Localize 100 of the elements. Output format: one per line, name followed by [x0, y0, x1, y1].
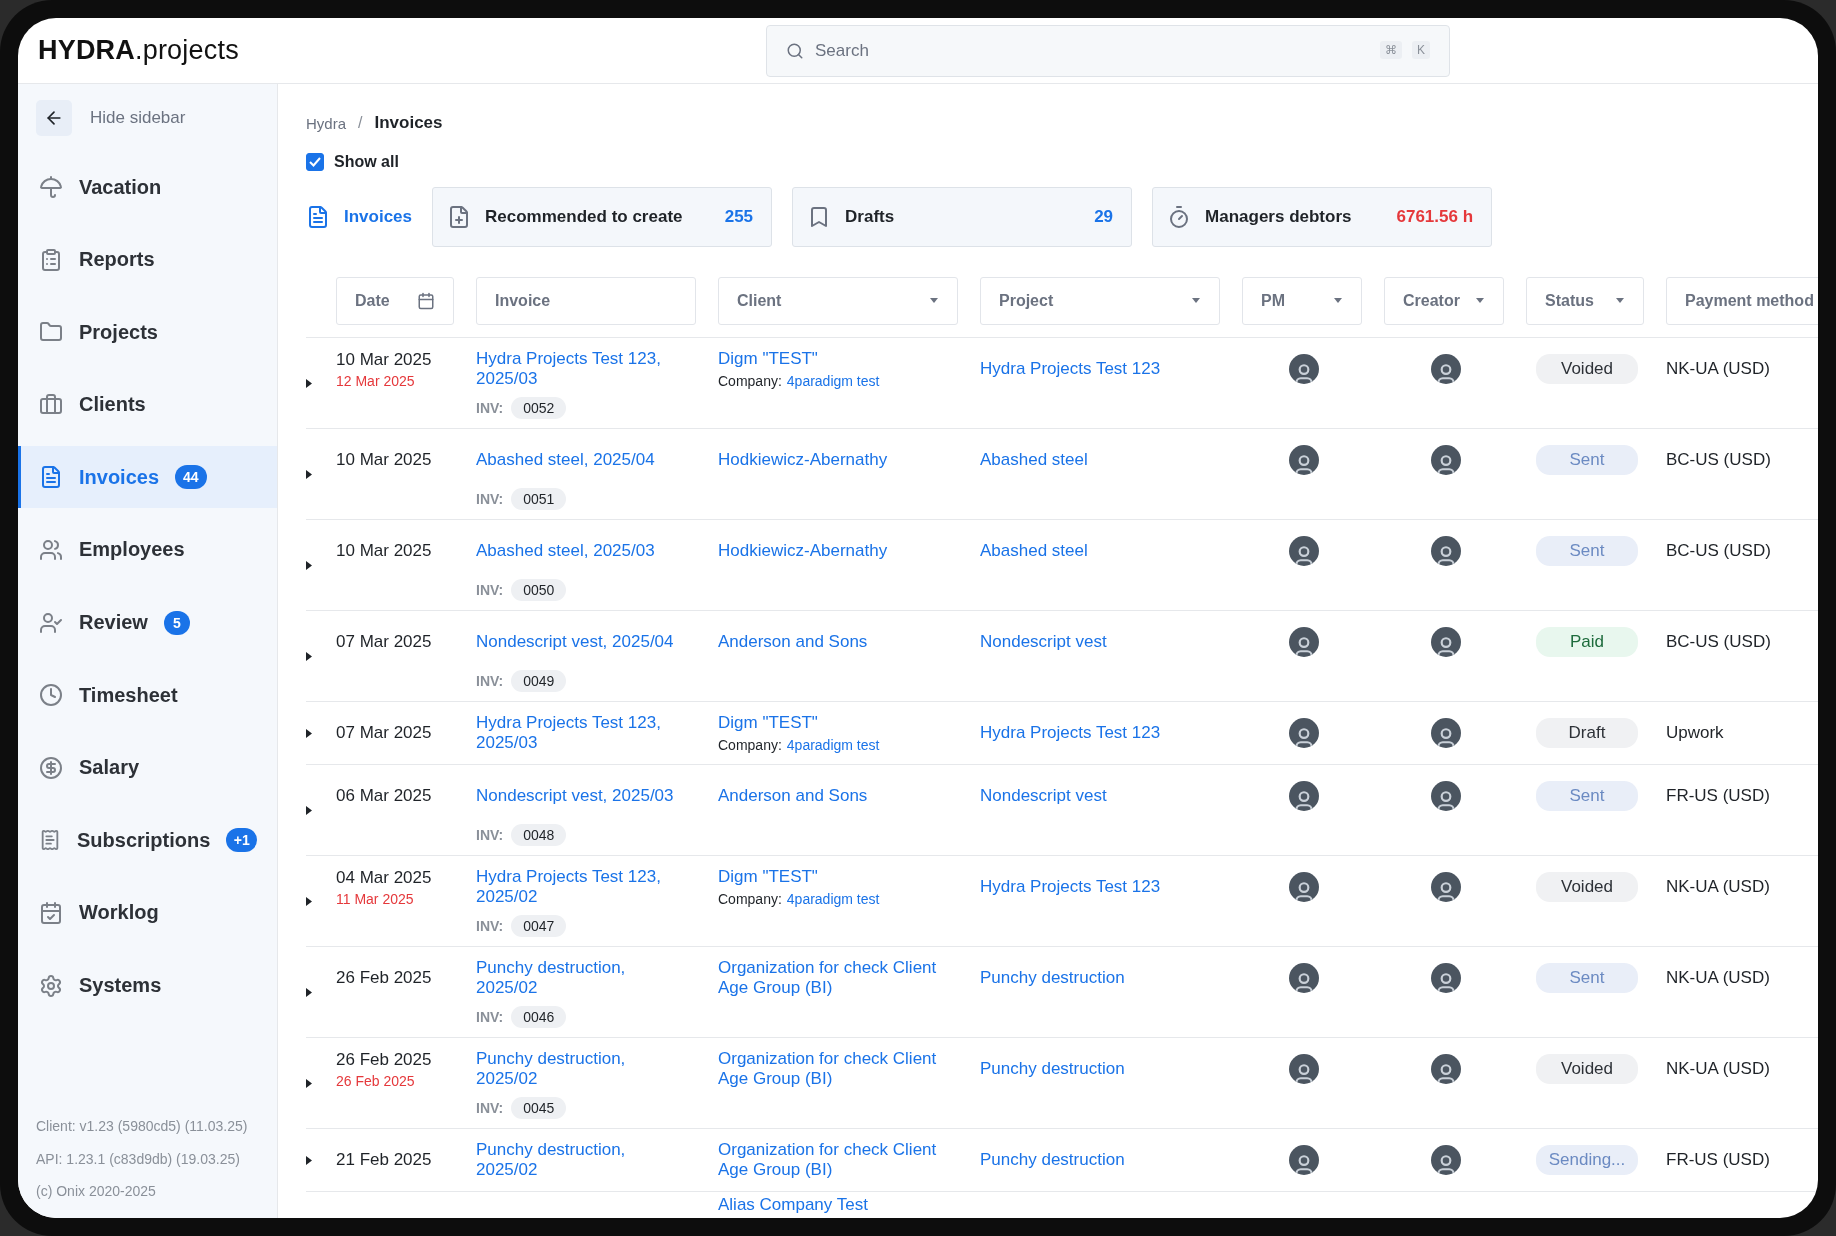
expand-icon[interactable] — [306, 1078, 312, 1088]
breadcrumb-item: Invoices — [374, 113, 443, 133]
status-badge: Paid — [1536, 627, 1638, 657]
company-link[interactable]: 4paradigm test — [786, 891, 880, 908]
invoice-number: 0050 — [511, 579, 567, 601]
column-filter[interactable]: Status — [1526, 277, 1644, 325]
client-link[interactable]: Anderson and Sons — [718, 631, 962, 653]
invoice-link[interactable]: Nondescript vest, 2025/04 — [476, 631, 681, 653]
nav-label: Clients — [79, 393, 146, 417]
due-date: 26 Feb 2025 — [336, 1072, 416, 1089]
tab[interactable]: Managers debtors 6761.56 h — [1152, 187, 1493, 247]
invoice-link[interactable]: Hydra Projects Test 123, 2025/02 — [476, 866, 681, 908]
avatar — [1431, 963, 1461, 993]
expand-icon[interactable] — [306, 560, 312, 570]
receipt-icon — [39, 828, 61, 853]
invoice-date: 10 Mar 2025 — [336, 450, 433, 470]
project-link[interactable]: Hydra Projects Test 123 — [980, 358, 1224, 380]
client-link[interactable]: Digm "TEST" — [718, 866, 962, 888]
avatar — [1289, 1054, 1319, 1084]
project-link[interactable]: Punchy destruction — [980, 967, 1224, 989]
status-badge: Sending... — [1536, 1145, 1638, 1175]
invoice-number-label: INV: — [476, 673, 504, 689]
count-badge: 44 — [175, 465, 207, 490]
invoice-date: 21 Feb 2025 — [336, 1150, 433, 1170]
invoice-link[interactable]: Abashed steel, 2025/04 — [476, 449, 681, 471]
nav-item[interactable]: Timesheet — [18, 664, 277, 727]
nav-item[interactable]: Projects — [18, 301, 277, 364]
briefcase-icon — [39, 392, 63, 417]
project-link[interactable]: Hydra Projects Test 123 — [980, 722, 1224, 744]
people-icon — [39, 537, 63, 562]
invoice-link[interactable]: Punchy destruction, 2025/02 — [476, 957, 681, 999]
nav-item[interactable]: Reports — [18, 228, 277, 291]
company-link[interactable]: 4paradigm test — [786, 737, 880, 754]
invoice-number: 0052 — [511, 397, 567, 419]
status-badge: Draft — [1536, 718, 1638, 748]
caret-icon — [1191, 298, 1201, 304]
client-link[interactable]: Hodkiewicz-Abernathy — [718, 540, 962, 562]
breadcrumb-item[interactable]: Hydra — [306, 114, 346, 132]
invoice-link[interactable]: Hydra Projects Test 123, 2025/03 — [476, 348, 681, 390]
client-link[interactable]: Digm "TEST" — [718, 348, 962, 370]
client-link[interactable]: Organization for check Client Age Group (BI) — [718, 1048, 962, 1090]
avatar — [1431, 627, 1461, 657]
client-link[interactable]: Digm "TEST" — [718, 712, 962, 734]
expand-icon[interactable] — [306, 1155, 312, 1165]
avatar — [1431, 781, 1461, 811]
project-link[interactable]: Hydra Projects Test 123 — [980, 876, 1224, 898]
project-link[interactable]: Punchy destruction — [980, 1058, 1224, 1080]
nav-item[interactable]: Vacation — [18, 156, 277, 218]
tab[interactable]: Invoices — [306, 187, 413, 247]
column-filter[interactable]: Project — [980, 277, 1220, 325]
expand-icon[interactable] — [306, 651, 312, 661]
nav-item[interactable]: Employees — [18, 518, 277, 581]
invoice-link[interactable]: Hydra Projects Test 123, 2025/03 — [476, 712, 681, 754]
invoice-number: 0049 — [511, 670, 567, 692]
checkbox[interactable] — [306, 153, 324, 171]
expand-icon[interactable] — [306, 378, 312, 388]
hide-sidebar-button[interactable] — [36, 100, 72, 136]
nav-label: Systems — [79, 974, 162, 998]
column-filter[interactable]: Payment method — [1666, 277, 1818, 325]
invoice-number-label: INV: — [476, 491, 504, 507]
expand-icon[interactable] — [306, 469, 312, 479]
user-check-icon — [39, 610, 63, 635]
calendar-icon — [417, 292, 435, 310]
column-filter[interactable]: Client — [718, 277, 958, 325]
invoice-link[interactable]: Abashed steel, 2025/03 — [476, 540, 681, 562]
nav-item[interactable]: Salary — [18, 736, 277, 799]
nav-item[interactable]: Subscriptions +1 — [18, 809, 277, 872]
tab[interactable]: Recommended to create 255 — [432, 187, 773, 247]
expand-icon[interactable] — [306, 987, 312, 997]
column-filter[interactable]: Invoice — [476, 277, 696, 325]
nav-item[interactable]: Systems — [18, 954, 277, 1017]
project-link[interactable]: Nondescript vest — [980, 631, 1224, 653]
project-link[interactable]: Abashed steel — [980, 449, 1224, 471]
tab[interactable]: Drafts 29 — [792, 187, 1133, 247]
client-link[interactable]: Anderson and Sons — [718, 785, 962, 807]
invoice-link[interactable]: Punchy destruction, 2025/02 — [476, 1139, 681, 1181]
client-link[interactable]: Alias Company Test — [718, 1195, 962, 1216]
nav-item[interactable]: Worklog — [18, 881, 277, 944]
nav-item[interactable]: Review 5 — [18, 591, 277, 654]
company-link[interactable]: 4paradigm test — [786, 373, 880, 390]
invoice-number-label: INV: — [476, 827, 504, 843]
client-link[interactable]: Organization for check Client Age Group (BI) — [718, 1139, 962, 1181]
project-link[interactable]: Punchy destruction — [980, 1149, 1224, 1171]
payment-method: NK-UA (USD) — [1666, 359, 1771, 379]
invoice-link[interactable]: Nondescript vest, 2025/03 — [476, 785, 681, 807]
column-filter[interactable]: PM — [1242, 277, 1362, 325]
client-link[interactable]: Hodkiewicz-Abernathy — [718, 449, 962, 471]
expand-icon[interactable] — [306, 728, 312, 738]
column-filter[interactable]: Creator — [1384, 277, 1504, 325]
project-link[interactable]: Nondescript vest — [980, 785, 1224, 807]
breadcrumb-separator: / — [358, 114, 363, 132]
expand-icon[interactable] — [306, 805, 312, 815]
expand-icon[interactable] — [306, 896, 312, 906]
invoice-link[interactable]: Punchy destruction, 2025/02 — [476, 1048, 681, 1090]
nav-item[interactable]: Clients — [18, 373, 277, 436]
avatar — [1289, 1145, 1319, 1175]
client-link[interactable]: Organization for check Client Age Group (BI) — [718, 957, 962, 999]
project-link[interactable]: Abashed steel — [980, 540, 1224, 562]
nav-item[interactable]: Invoices 44 — [18, 446, 277, 509]
column-filter[interactable]: Date — [336, 277, 454, 325]
